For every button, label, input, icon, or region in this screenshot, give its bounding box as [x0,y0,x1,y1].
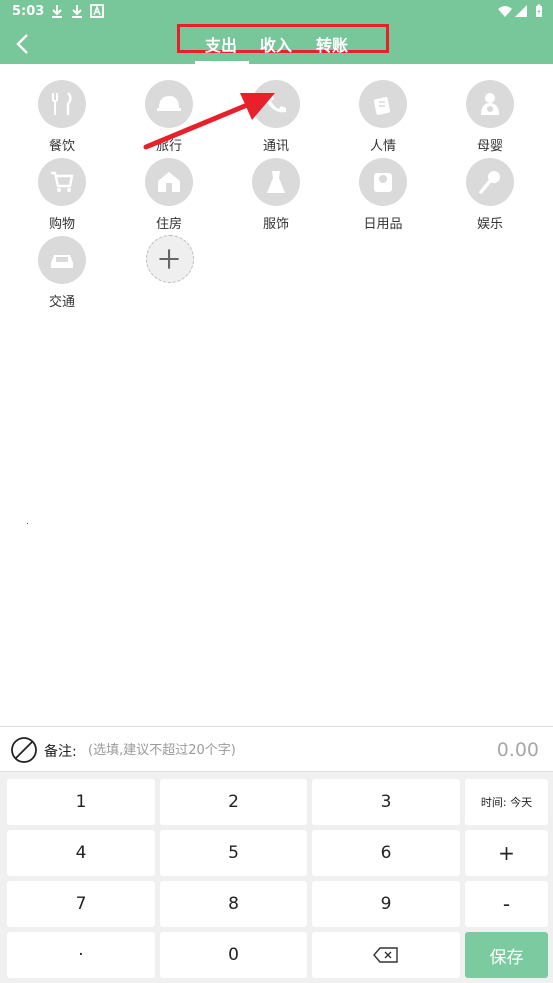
category-label: 人情 [369,139,396,154]
back-arrow-icon[interactable] [10,30,38,58]
category-gifts[interactable]: 人情 [342,80,422,154]
category-dining[interactable]: 餐饮 [21,80,101,154]
category-travel[interactable]: 旅行 [128,80,208,154]
key-8[interactable]: 8 [160,881,307,927]
key-3[interactable]: 3 [312,779,460,825]
baby-icon [481,93,499,115]
download-icon [72,5,82,18]
plus-icon [159,249,179,269]
category-label: 母婴 [476,139,503,154]
category-label: 交通 [48,295,75,310]
category-housing[interactable]: 住房 [128,158,208,232]
category-daily-goods[interactable]: 日用品 [342,158,422,232]
status-bar: 5:03 [0,0,553,24]
key-1[interactable]: 1 [7,779,155,825]
helmet-icon [157,96,181,111]
house-icon [158,172,180,192]
tissue-icon [374,173,392,192]
category-label: 娱乐 [476,217,503,232]
backspace-icon [373,947,398,963]
note-bar: 备注: 0.00 [0,726,553,772]
gift-icon [373,97,391,115]
key-4[interactable]: 4 [7,830,155,876]
decimal-point-key[interactable]: · [7,932,155,978]
category-label: 通讯 [262,139,289,154]
note-label: 备注: [44,744,77,760]
note-input[interactable] [88,739,388,761]
tab-expense[interactable]: 支出 [205,33,237,53]
status-time: 5:03 [12,4,45,19]
category-label: 旅行 [155,139,182,154]
cart-icon [51,171,74,192]
save-button[interactable]: 保存 [465,932,548,978]
category-label: 餐饮 [48,139,75,154]
no-entry-icon[interactable] [10,736,38,764]
category-label: 购物 [48,217,75,232]
microphone-icon [479,171,500,194]
download-icon [52,5,62,18]
time-button[interactable]: 时间: 今天 [465,779,548,825]
key-0[interactable]: 0 [160,932,307,978]
category-telecom[interactable]: 通讯 [235,80,315,154]
category-entertainment[interactable]: 娱乐 [449,158,529,232]
minus-button[interactable]: - [465,881,548,927]
signal-icon [515,5,527,17]
car-icon [51,255,73,268]
category-label: 日用品 [363,217,403,232]
tab-income[interactable]: 收入 [260,33,292,53]
backspace-button[interactable] [312,932,460,978]
utensils-icon [52,92,72,115]
amount-display: 0.00 [496,739,539,761]
category-baby[interactable]: 母婴 [449,80,529,154]
numeric-keypad: 1 2 3 时间: 今天 4 5 6 + 7 8 9 - · 0 保存 [0,772,553,983]
category-shopping[interactable]: 购物 [21,158,101,232]
active-tab-indicator [195,61,249,64]
app-notification-icon [90,4,104,18]
add-category-button[interactable] [146,235,194,283]
tab-transfer[interactable]: 转账 [316,33,348,53]
battery-icon [536,4,542,17]
category-label: 服饰 [262,217,289,232]
category-label: 住房 [155,217,182,232]
category-clothing[interactable]: 服饰 [235,158,315,232]
header-bar: 支出 收入 转账 [0,24,553,64]
wifi-icon [498,6,512,17]
key-2[interactable]: 2 [160,779,307,825]
dress-icon [267,171,285,193]
key-5[interactable]: 5 [160,830,307,876]
plus-button[interactable]: + [465,830,548,876]
app-root: 5:03 支出 收入 转账 餐饮 旅行 通讯 人情 母婴 购物 住房 服饰 日用… [0,0,553,983]
stray-dot [27,523,28,524]
phone-icon [267,94,286,113]
key-7[interactable]: 7 [7,881,155,927]
category-transport[interactable]: 交通 [21,236,101,310]
key-9[interactable]: 9 [312,881,460,927]
key-6[interactable]: 6 [312,830,460,876]
